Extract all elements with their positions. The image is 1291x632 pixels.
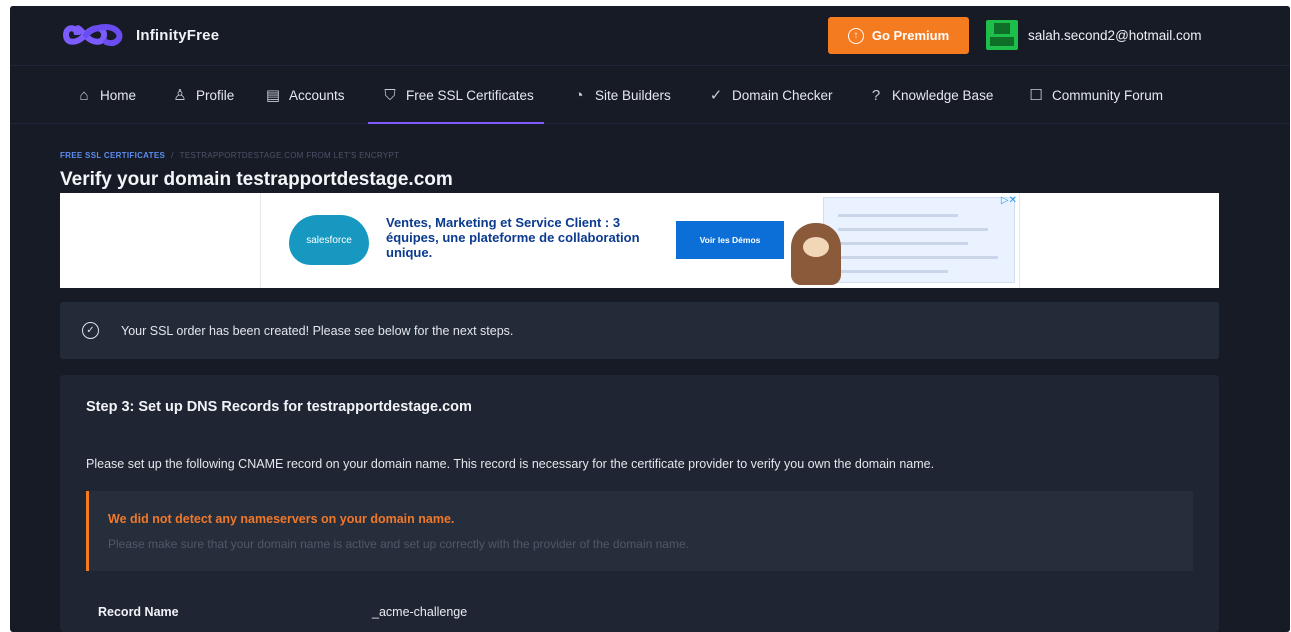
ad-text: Ventes, Marketing et Service Client : 3 … xyxy=(386,215,640,260)
warning-title: We did not detect any nameservers on you… xyxy=(108,512,455,526)
breadcrumb-link[interactable]: FREE SSL CERTIFICATES xyxy=(60,151,165,160)
nav-item-accounts[interactable]: ▤ Accounts xyxy=(265,66,345,124)
user-menu[interactable]: salah.second2@hotmail.com xyxy=(986,20,1202,50)
breadcrumb: FREE SSL CERTIFICATES / TESTRAPPORTDESTA… xyxy=(60,151,399,160)
nav-item-label: Knowledge Base xyxy=(892,87,994,103)
ad-cta-button[interactable]: Voir les Démos xyxy=(676,221,784,259)
mascot-image xyxy=(791,223,841,285)
arrow-up-circle-icon: ↑ xyxy=(847,27,864,44)
check-circle-icon: ✓ xyxy=(82,322,99,339)
palette-icon: ◔ xyxy=(574,86,584,104)
dns-step-card: Step 3: Set up DNS Records for testrappo… xyxy=(60,375,1219,632)
home-icon: ⌂ xyxy=(79,86,89,104)
ad-banner[interactable]: salesforce Ventes, Marketing et Service … xyxy=(60,193,1219,288)
ad-creative[interactable]: salesforce Ventes, Marketing et Service … xyxy=(260,193,1020,288)
user-email: salah.second2@hotmail.com xyxy=(1028,27,1202,43)
breadcrumb-separator: / xyxy=(171,151,174,160)
nav-item-label: Home xyxy=(100,87,137,103)
salesforce-logo: salesforce xyxy=(289,215,369,265)
breadcrumb-current: TESTRAPPORTDESTAGE.COM FROM LET'S ENCRYP… xyxy=(179,151,400,160)
step-description: Please set up the following CNAME record… xyxy=(86,457,935,471)
browser-window: InfinityFree ↑ Go Premium salah.second2@… xyxy=(10,6,1290,632)
user-icon: ♙ xyxy=(173,87,187,104)
nav-item-label: Profile xyxy=(196,87,235,103)
avatar xyxy=(986,20,1018,50)
main-nav: ⌂ Home ♙ Profile ▤ Accounts ⛉ Free SSL C… xyxy=(10,66,1290,124)
ad-screenshot xyxy=(823,197,1015,283)
top-header: InfinityFree ↑ Go Premium salah.second2@… xyxy=(10,6,1290,66)
record-name-label: Record Name xyxy=(98,605,179,619)
nav-item-label: Domain Checker xyxy=(732,87,833,103)
nav-item-home[interactable]: ⌂ Home xyxy=(76,66,136,124)
nav-item-community-forum[interactable]: ☐ Community Forum xyxy=(1028,66,1163,124)
warning-text: Please make sure that your domain name i… xyxy=(108,537,689,551)
check-circle-icon: ✓ xyxy=(709,87,723,104)
nav-item-label: Community Forum xyxy=(1052,87,1164,103)
help-circle-icon: ? xyxy=(871,86,881,104)
alert-text: Your SSL order has been created! Please … xyxy=(121,323,514,338)
nav-item-label: Accounts xyxy=(289,87,345,103)
nav-item-knowledge-base[interactable]: ? Knowledge Base xyxy=(868,66,994,124)
brand-logo[interactable]: InfinityFree xyxy=(60,20,219,50)
nav-item-profile[interactable]: ♙ Profile xyxy=(172,66,234,124)
go-premium-label: Go Premium xyxy=(871,28,950,43)
record-name-value[interactable]: _acme-challenge xyxy=(372,605,467,619)
ad-choices-icon[interactable]: ▷✕ xyxy=(1001,195,1017,206)
page-title: Verify your domain testrapportdestage.co… xyxy=(60,169,453,190)
shield-icon: ⛉ xyxy=(384,86,396,104)
infinity-logo-icon xyxy=(62,24,123,47)
step-title: Step 3: Set up DNS Records for testrappo… xyxy=(86,399,472,415)
brand-name: InfinityFree xyxy=(136,26,220,44)
nav-item-label: Site Builders xyxy=(595,87,671,103)
server-icon: ▤ xyxy=(265,87,281,104)
success-alert: ✓ Your SSL order has been created! Pleas… xyxy=(60,302,1219,359)
chat-icon: ☐ xyxy=(1029,87,1043,104)
nav-item-free-ssl-certificates[interactable]: ⛉ Free SSL Certificates xyxy=(368,66,544,124)
nav-item-site-builders[interactable]: ◔ Site Builders xyxy=(571,66,671,124)
nav-item-label: Free SSL Certificates xyxy=(406,87,534,103)
nav-item-domain-checker[interactable]: ✓ Domain Checker xyxy=(708,66,833,124)
go-premium-button[interactable]: ↑ Go Premium xyxy=(828,17,969,54)
nameserver-warning: We did not detect any nameservers on you… xyxy=(86,491,1193,571)
